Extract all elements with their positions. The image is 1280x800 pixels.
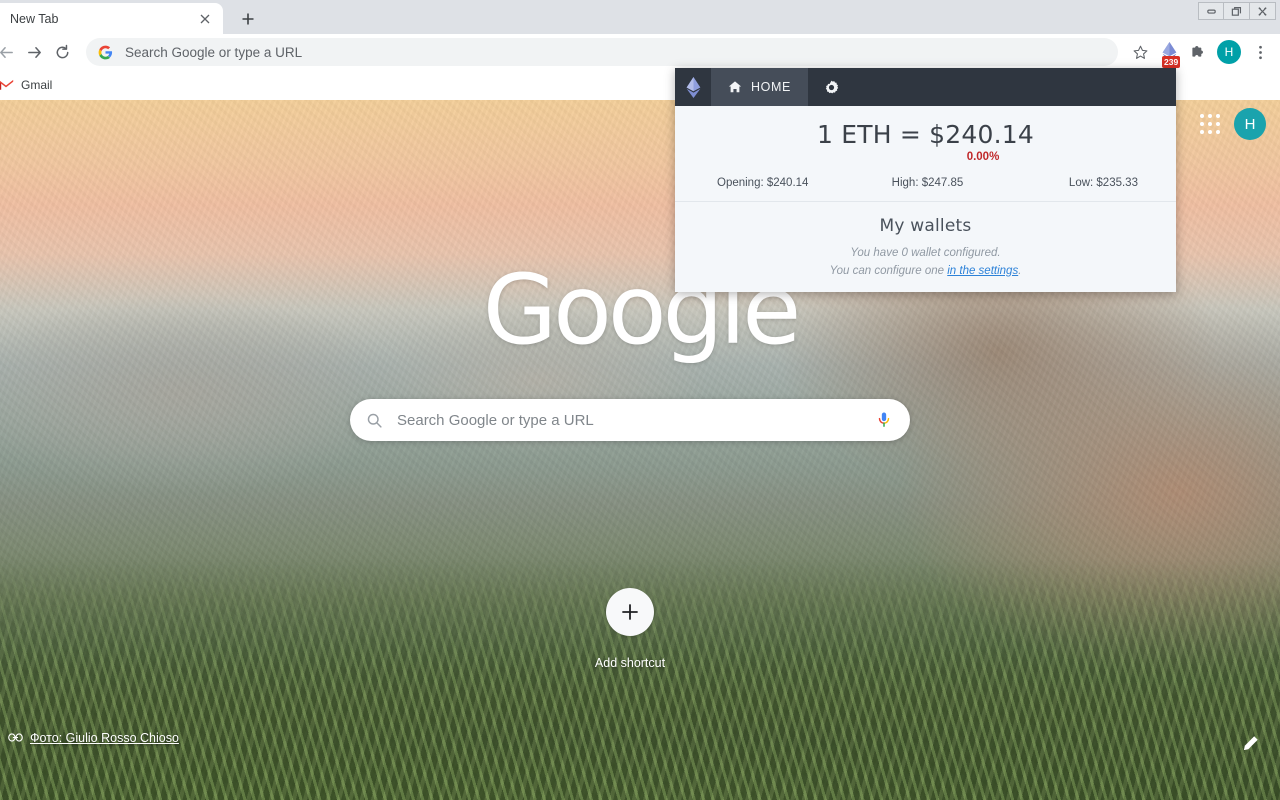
window-maximize-button[interactable] bbox=[1224, 2, 1250, 20]
eth-stat-opening: Opening: $240.14 bbox=[717, 177, 809, 189]
three-dot-menu-icon[interactable] bbox=[1246, 38, 1274, 66]
google-g-icon bbox=[98, 45, 113, 59]
eth-price-change: 0.00% bbox=[966, 151, 1000, 163]
bookmark-gmail[interactable]: Gmail bbox=[0, 75, 60, 95]
address-bar-text: Search Google or type a URL bbox=[125, 44, 303, 60]
window-minimize-button[interactable] bbox=[1198, 2, 1224, 20]
home-icon bbox=[728, 81, 742, 93]
photo-attribution-label[interactable]: Фото: Giulio Rosso Chioso bbox=[30, 731, 179, 745]
reload-button[interactable] bbox=[48, 38, 76, 66]
screen: New Tab Search Google or type a URL 239 … bbox=[0, 0, 1280, 800]
address-bar[interactable]: Search Google or type a URL bbox=[86, 38, 1118, 66]
window-controls bbox=[1198, 1, 1276, 21]
forward-button[interactable] bbox=[20, 38, 48, 66]
popup-tab-home[interactable]: HOME bbox=[711, 68, 808, 106]
my-wallets-section: My wallets You have 0 wallet configured.… bbox=[675, 202, 1176, 281]
ntp-account-area: H bbox=[1200, 108, 1266, 140]
microphone-icon[interactable] bbox=[874, 410, 894, 430]
profile-avatar[interactable]: H bbox=[1217, 40, 1241, 64]
ethereum-extension-icon[interactable]: 239 bbox=[1154, 38, 1184, 68]
photo-attribution[interactable]: Фото: Giulio Rosso Chioso bbox=[8, 730, 179, 745]
gear-icon bbox=[825, 80, 839, 93]
ethereum-extension-popup: HOME 1 ETH = $240.14 0.00% Opening: $240… bbox=[675, 68, 1176, 292]
eth-price-block: 1 ETH = $240.14 0.00% bbox=[675, 106, 1176, 163]
bookmark-label: Gmail bbox=[21, 78, 53, 92]
ntp-avatar[interactable]: H bbox=[1234, 108, 1266, 140]
popup-navbar: HOME bbox=[675, 68, 1176, 106]
ethereum-diamond-icon bbox=[675, 68, 711, 106]
wallets-empty-line-1: You have 0 wallet configured. bbox=[850, 247, 1001, 259]
extension-badge-count: 239 bbox=[1162, 56, 1181, 68]
browser-tab-new-tab[interactable]: New Tab bbox=[0, 3, 223, 34]
popup-tab-home-label: HOME bbox=[751, 80, 791, 94]
search-input-text: Search Google or type a URL bbox=[397, 411, 594, 429]
back-button[interactable] bbox=[0, 38, 20, 66]
tab-title: New Tab bbox=[10, 11, 59, 26]
my-wallets-title: My wallets bbox=[879, 216, 972, 236]
eth-price-headline: 1 ETH = $240.14 bbox=[817, 120, 1034, 149]
add-shortcut-label: Add shortcut bbox=[594, 656, 666, 670]
apps-grid-icon[interactable] bbox=[1200, 114, 1220, 134]
add-shortcut-circle[interactable] bbox=[606, 588, 654, 636]
gmail-icon bbox=[0, 79, 14, 90]
link-icon bbox=[8, 733, 23, 742]
wallets-line2-suffix: . bbox=[1018, 264, 1022, 277]
window-close-button[interactable] bbox=[1250, 2, 1276, 20]
eth-stat-low: Low: $235.33 bbox=[1068, 177, 1138, 189]
toolbar-actions: 239 H bbox=[1126, 38, 1280, 68]
bookmark-star-icon[interactable] bbox=[1126, 38, 1154, 66]
tab-strip: New Tab bbox=[0, 0, 1280, 34]
tab-close-icon[interactable] bbox=[195, 9, 215, 29]
wallets-line2-prefix: You can configure one bbox=[829, 264, 948, 277]
search-input[interactable]: Search Google or type a URL bbox=[350, 399, 910, 441]
extensions-puzzle-icon[interactable] bbox=[1184, 38, 1212, 66]
customize-pencil-icon[interactable] bbox=[1240, 734, 1260, 754]
eth-price-stats: Opening: $240.14 High: $247.85 Low: $235… bbox=[675, 177, 1176, 202]
plus-icon bbox=[622, 604, 638, 620]
settings-link[interactable]: in the settings bbox=[947, 265, 1018, 277]
new-tab-button[interactable] bbox=[232, 5, 264, 33]
eth-stat-high: High: $247.85 bbox=[891, 177, 964, 189]
add-shortcut-button[interactable]: Add shortcut bbox=[595, 588, 665, 670]
browser-toolbar: Search Google or type a URL 239 H bbox=[0, 34, 1280, 70]
popup-tab-settings[interactable] bbox=[808, 68, 855, 106]
wallets-empty-line-2: You can configure one in the settings. bbox=[675, 263, 1176, 281]
search-icon bbox=[367, 413, 382, 428]
